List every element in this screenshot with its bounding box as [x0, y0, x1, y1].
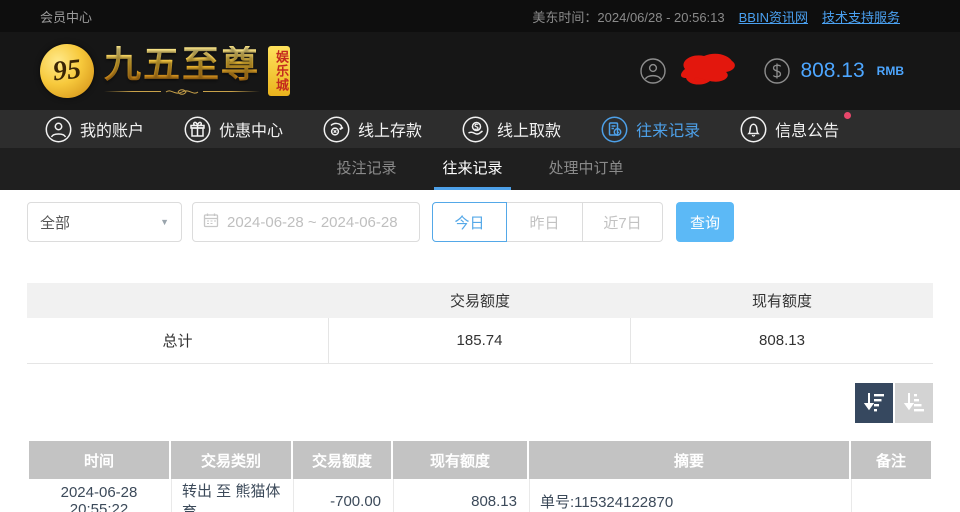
nav-transaction-records[interactable]: 往来记录 [601, 116, 700, 143]
balance-currency: RMB [877, 64, 904, 78]
member-center-label: 会员中心 [40, 7, 92, 26]
nav-deposit[interactable]: 线上存款 [323, 116, 422, 143]
logo-flourish-ornament [104, 87, 260, 97]
nav-label: 优惠中心 [219, 117, 283, 141]
tech-support-link[interactable]: 技术支持服务 [822, 7, 900, 26]
sort-controls [27, 383, 933, 423]
quick-date-group: 今日 昨日 近7日 [432, 202, 663, 242]
logo-title: 九五至尊 [104, 46, 260, 83]
last-7-days-button[interactable]: 近7日 [583, 202, 663, 242]
user-icon [45, 116, 72, 143]
table-row: 2024-06-28 20:55:22 转出 至 熊猫体育 -700.00 80… [29, 479, 931, 512]
col-header-type: 交易类别 [171, 441, 291, 479]
type-select[interactable]: 全部 ▼ [27, 202, 182, 242]
cell-type: 转出 至 熊猫体育 [171, 479, 291, 512]
summary-header-current-balance: 现有额度 [631, 283, 933, 318]
main-nav: 我的账户 优惠中心 线上存款 [0, 110, 960, 148]
bell-icon [740, 116, 767, 143]
site-logo[interactable]: 95 九五至尊 娱乐城 [40, 44, 290, 98]
topbar: 会员中心 美东时间：2024/06/28 - 20:56:13 BBIN资讯网 … [0, 0, 960, 32]
nav-withdraw[interactable]: 线上取款 [462, 116, 561, 143]
tab-pending-orders[interactable]: 处理中订单 [541, 148, 632, 190]
col-header-note: 备注 [851, 441, 931, 479]
col-header-amount: 交易额度 [293, 441, 391, 479]
records-table: 时间 交易类别 交易额度 现有额度 摘要 备注 2024-06-28 20:55… [27, 441, 933, 512]
tab-betting-records[interactable]: 投注记录 [328, 148, 404, 190]
nav-promotions[interactable]: 优惠中心 [184, 116, 283, 143]
col-header-balance: 现有额度 [393, 441, 527, 479]
balance-amount: 808.13 [800, 59, 864, 83]
notification-badge-dot [844, 112, 851, 119]
logo-subtitle-badge: 娱乐城 [268, 46, 290, 96]
date-range-value: 2024-06-28 ~ 2024-06-28 [227, 214, 398, 231]
site-header: 95 九五至尊 娱乐城 [0, 32, 960, 110]
cell-time: 2024-06-28 20:55:22 [29, 479, 169, 512]
col-header-summary: 摘要 [529, 441, 849, 479]
filter-row: 全部 ▼ 2024-06-28 ~ 2024-06-28 今日 昨日 近7日 查… [27, 202, 933, 242]
nav-label: 往来记录 [636, 117, 700, 141]
type-select-value: 全部 [40, 212, 70, 233]
redacted-username-scribble [676, 51, 738, 92]
tab-transaction-records[interactable]: 往来记录 [434, 148, 510, 190]
chevron-down-icon: ▼ [160, 217, 169, 227]
summary-header-empty [27, 283, 329, 318]
search-button[interactable]: 查询 [676, 202, 734, 242]
nav-label: 信息公告 [775, 117, 839, 141]
records-icon [601, 116, 628, 143]
summary-table: 交易额度 现有额度 总计 185.74 808.13 [27, 283, 933, 364]
nav-label: 线上取款 [497, 117, 561, 141]
sort-ascending-icon [902, 390, 926, 417]
sort-descending-button[interactable] [855, 383, 893, 423]
bbin-news-link[interactable]: BBIN资讯网 [739, 7, 808, 26]
cell-balance: 808.13 [393, 479, 527, 512]
cell-amount: -700.00 [293, 479, 391, 512]
nav-label: 我的账户 [80, 117, 144, 141]
yesterday-button[interactable]: 昨日 [507, 202, 583, 242]
summary-total-label: 总计 [27, 318, 329, 363]
cell-note [851, 479, 931, 512]
col-header-time: 时间 [29, 441, 169, 479]
summary-transaction-amount: 185.74 [329, 318, 631, 363]
eastern-time-label: 美东时间：2024/06/28 - 20:56:13 [532, 7, 724, 26]
nav-label: 线上存款 [358, 117, 422, 141]
logo-95-icon: 95 [37, 41, 96, 100]
records-subnav: 投注记录 往来记录 处理中订单 [0, 148, 960, 190]
content-area: 全部 ▼ 2024-06-28 ~ 2024-06-28 今日 昨日 近7日 查… [0, 190, 960, 512]
sort-descending-icon [862, 390, 886, 417]
records-header-row: 时间 交易类别 交易额度 现有额度 摘要 备注 [29, 441, 931, 479]
deposit-icon [323, 116, 350, 143]
cell-summary: 单号:115324122870 [529, 479, 849, 512]
today-button[interactable]: 今日 [432, 202, 507, 242]
nav-my-account[interactable]: 我的账户 [45, 116, 144, 143]
withdraw-icon [462, 116, 489, 143]
sort-ascending-button[interactable] [895, 383, 933, 423]
user-avatar-icon[interactable] [640, 58, 666, 84]
summary-header-transaction-amount: 交易额度 [329, 283, 631, 318]
calendar-icon [203, 212, 219, 232]
balance-coin-icon [764, 58, 790, 84]
date-range-input[interactable]: 2024-06-28 ~ 2024-06-28 [192, 202, 420, 242]
gift-icon [184, 116, 211, 143]
nav-announcements[interactable]: 信息公告 [740, 116, 839, 143]
summary-current-balance: 808.13 [631, 318, 933, 363]
